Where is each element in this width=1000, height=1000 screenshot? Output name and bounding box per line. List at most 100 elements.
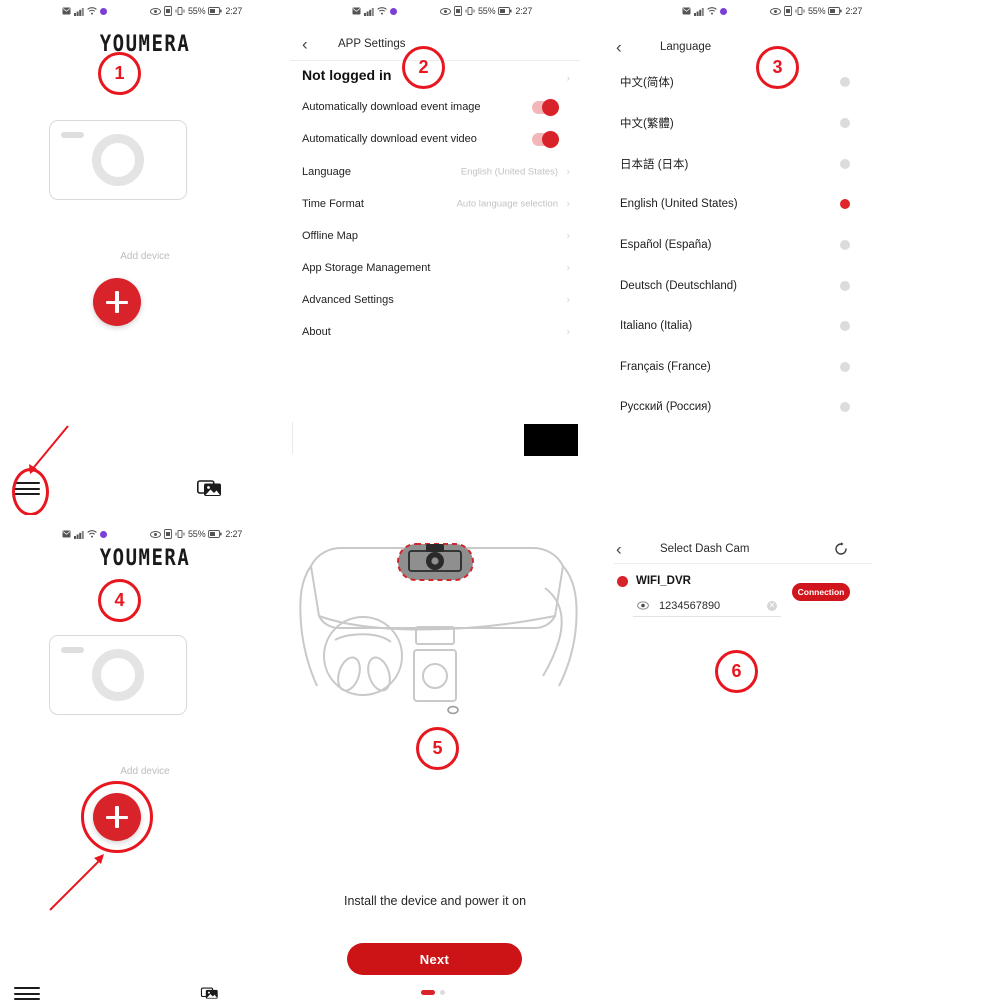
battery-percent: 55%	[188, 529, 206, 539]
toggle-knob	[542, 99, 559, 116]
language-option-ja[interactable]: 日本語 (日本)	[600, 147, 1000, 181]
radio-icon[interactable]	[840, 402, 850, 412]
radio-icon[interactable]	[840, 159, 850, 169]
clock: 2:27	[845, 6, 863, 16]
language-label: Italiano (Italia)	[620, 320, 693, 332]
radio-icon[interactable]	[840, 77, 850, 87]
chevron-right-icon: ›	[566, 326, 570, 338]
annotation-ring-add-device	[81, 781, 153, 853]
settings-row-offline-map[interactable]: Offline Map ›	[290, 220, 580, 252]
language-label: English (United States)	[620, 198, 738, 210]
toggle-knob	[542, 131, 559, 148]
wifi-icon	[707, 7, 717, 15]
panel-divider	[292, 422, 293, 454]
gallery-icon[interactable]	[197, 986, 223, 1000]
settings-row-auto-video[interactable]: Automatically download event video	[290, 123, 580, 155]
clock: 2:27	[515, 6, 533, 16]
toggle-auto-download-image[interactable]	[532, 99, 559, 116]
back-button[interactable]: ‹	[616, 541, 622, 558]
language-option-de[interactable]: Deutsch (Deutschland)	[600, 269, 1000, 303]
language-option-zh-cn[interactable]: 中文(简体)	[600, 65, 1000, 99]
language-option-es[interactable]: Español (España)	[600, 228, 1000, 262]
device-card[interactable]	[49, 635, 187, 715]
language-label: Русский (Россия)	[620, 401, 712, 413]
settings-row-auto-image[interactable]: Automatically download event image	[290, 91, 580, 123]
settings-row-value: English (United States)	[460, 166, 558, 178]
status-bar-left-icons	[62, 530, 107, 539]
gallery-icon[interactable]	[197, 478, 223, 498]
account-label: Not logged in	[302, 67, 392, 83]
hamburger-menu-icon[interactable]	[14, 986, 40, 1000]
next-button[interactable]: Next	[347, 943, 522, 975]
radio-icon[interactable]	[840, 240, 850, 250]
device-card-slot	[61, 132, 84, 138]
settings-row-language[interactable]: Language English (United States) ›	[290, 156, 580, 188]
language-option-en-us[interactable]: English (United States)	[600, 187, 1000, 221]
radio-icon[interactable]	[840, 118, 850, 128]
eye-icon[interactable]	[637, 601, 649, 610]
settings-row-label: Automatically download event video	[302, 133, 477, 145]
battery-percent: 55%	[808, 6, 826, 16]
connection-button[interactable]: Connection	[792, 583, 850, 601]
install-caption: Install the device and power it on	[343, 894, 527, 908]
back-button[interactable]: ‹	[302, 36, 308, 53]
annotation-2: 2	[402, 46, 445, 89]
language-option-ru[interactable]: Русский (Россия)	[600, 390, 1000, 424]
settings-row-time-format[interactable]: Time Format Auto language selection ›	[290, 188, 580, 220]
add-device-button[interactable]	[93, 278, 141, 326]
app-logo: YOUMERA	[99, 31, 191, 57]
page-title: Language	[660, 41, 712, 53]
settings-row-label: Advanced Settings	[302, 294, 394, 306]
radio-icon[interactable]	[840, 281, 850, 291]
settings-row-label: Offline Map	[302, 230, 359, 242]
status-bar: 55% 2:27	[0, 0, 290, 22]
mail-icon	[62, 7, 71, 15]
language-label: Deutsch (Deutschland)	[620, 280, 737, 292]
settings-row-app-storage[interactable]: App Storage Management ›	[290, 252, 580, 284]
language-label: Français (France)	[620, 361, 711, 373]
language-option-fr[interactable]: Français (France)	[600, 350, 1000, 384]
annotation-arrow-add-device	[49, 854, 104, 911]
clear-icon[interactable]: ✕	[767, 601, 777, 611]
language-option-zh-tw[interactable]: 中文(繁體)	[600, 106, 1000, 140]
language-label: Español (España)	[620, 239, 712, 251]
language-option-it[interactable]: Italiano (Italia)	[600, 309, 1000, 343]
status-bar-right-icons: 55% 2:27	[150, 529, 242, 539]
device-status-dot	[617, 576, 628, 587]
settings-row-label: Automatically download event image	[302, 101, 481, 113]
status-bar: 55% 2:27	[600, 0, 1000, 22]
wifi-icon	[377, 7, 387, 15]
annotation-3: 3	[756, 46, 799, 89]
account-row[interactable]: Not logged in	[302, 67, 391, 83]
back-button[interactable]: ‹	[616, 39, 622, 56]
password-value[interactable]: 1234567890	[659, 600, 720, 612]
battery-icon	[828, 7, 843, 15]
signal-icon	[694, 7, 704, 16]
settings-row-about[interactable]: About ›	[290, 316, 580, 348]
status-bar-left-icons	[352, 7, 397, 16]
signal-icon	[74, 530, 84, 539]
refresh-icon[interactable]	[834, 542, 848, 556]
plus-icon	[106, 291, 128, 313]
camera-lens-icon	[92, 649, 144, 701]
status-bar-left-icons	[62, 7, 107, 16]
chevron-right-icon: ›	[566, 262, 570, 274]
dot-icon	[100, 530, 107, 538]
radio-icon[interactable]	[840, 321, 850, 331]
mail-icon	[352, 7, 361, 15]
settings-row-value: Auto language selection	[456, 198, 558, 210]
sim-icon	[164, 529, 172, 539]
radio-icon[interactable]	[840, 362, 850, 372]
account-chevron-icon: ›	[566, 73, 570, 84]
chevron-right-icon: ›	[566, 294, 570, 306]
radio-icon-selected[interactable]	[840, 199, 850, 209]
sim-icon	[164, 6, 172, 16]
vibrate-icon	[175, 7, 185, 15]
password-field[interactable]: 1234567890 ✕	[633, 596, 781, 617]
settings-row-advanced[interactable]: Advanced Settings ›	[290, 284, 580, 316]
toggle-auto-download-video[interactable]	[532, 131, 559, 148]
wifi-icon	[87, 530, 97, 538]
device-card[interactable]	[49, 120, 187, 200]
panel-select-dash-cam: ‹ Select Dash Cam WIFI_DVR Connection 12…	[600, 520, 1000, 720]
battery-icon	[208, 7, 223, 15]
